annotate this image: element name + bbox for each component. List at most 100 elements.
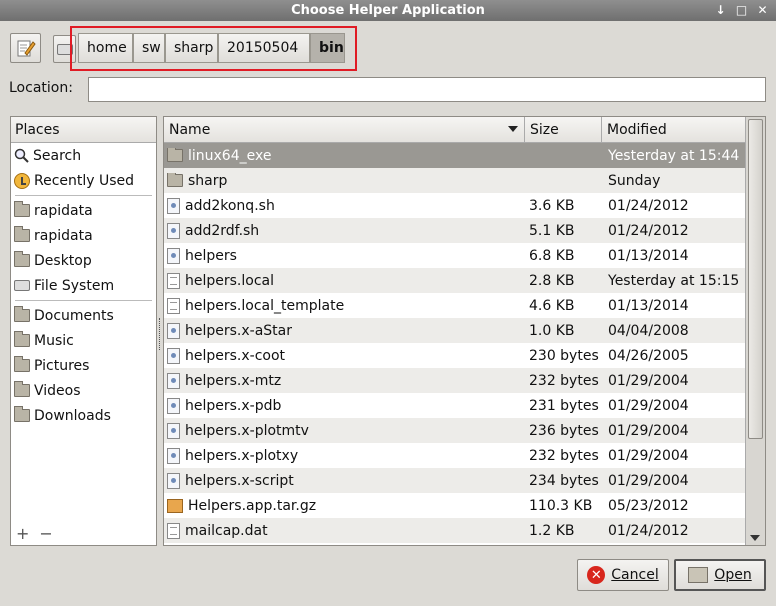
file-name-cell: helpers.x-plotmtv xyxy=(164,422,525,439)
file-row[interactable]: helpers.x-mtz 232 bytes 01/29/2004 xyxy=(164,368,746,393)
script-icon xyxy=(167,422,180,439)
script-icon xyxy=(167,247,180,264)
doc-icon xyxy=(167,297,180,314)
column-header-size[interactable]: Size xyxy=(525,117,602,143)
place-search[interactable]: Search xyxy=(11,143,156,168)
file-size: 2.8 KB xyxy=(529,272,575,289)
file-row[interactable]: helpers.x-plotmtv 236 bytes 01/29/2004 xyxy=(164,418,746,443)
folder-icon xyxy=(14,356,30,372)
column-header-modified[interactable]: Modified xyxy=(602,117,746,143)
file-name: linux64_exe xyxy=(188,147,272,164)
file-size: 230 bytes xyxy=(529,347,599,364)
folder-icon xyxy=(14,251,30,267)
window-controls: ↓ □ ✕ xyxy=(713,2,770,18)
file-name: helpers.x-coot xyxy=(185,347,286,364)
file-name: helpers.x-plotxy xyxy=(185,447,299,464)
place-desktop[interactable]: Desktop xyxy=(11,248,156,273)
file-row[interactable]: helpers.local_template 4.6 KB 01/13/2014 xyxy=(164,293,746,318)
folder-icon xyxy=(14,226,30,242)
file-row[interactable]: helpers.x-coot 230 bytes 04/26/2005 xyxy=(164,343,746,368)
file-row[interactable]: helpers.x-pdb 231 bytes 01/29/2004 xyxy=(164,393,746,418)
places-panel: Places Search Recently Used rapidata rap… xyxy=(10,116,157,546)
file-modified: 01/29/2004 xyxy=(608,422,689,439)
place-rapidata-1[interactable]: rapidata xyxy=(11,198,156,223)
file-row[interactable]: linux64_exe Yesterday at 15:44 xyxy=(164,143,746,168)
location-input[interactable] xyxy=(88,77,766,102)
file-modified: Yesterday at 15:15 xyxy=(608,272,740,289)
minimize-button[interactable]: ↓ xyxy=(713,2,728,18)
file-name-cell: mailcap.dat xyxy=(164,522,525,539)
remove-bookmark-button[interactable]: − xyxy=(39,524,52,543)
folder-icon xyxy=(167,172,183,187)
file-row[interactable]: helpers 6.8 KB 01/13/2014 xyxy=(164,243,746,268)
file-name-cell: helpers.x-pdb xyxy=(164,397,525,414)
place-rapidata-2[interactable]: rapidata xyxy=(11,223,156,248)
place-pictures[interactable]: Pictures xyxy=(11,353,156,378)
search-icon xyxy=(14,148,29,163)
file-name-cell: helpers xyxy=(164,247,525,264)
file-size: 232 bytes xyxy=(529,447,599,464)
file-name: helpers.x-pdb xyxy=(185,397,282,414)
file-row[interactable]: helpers.x-script 234 bytes 01/29/2004 xyxy=(164,468,746,493)
file-name: helpers.x-plotmtv xyxy=(185,422,309,439)
close-button[interactable]: ✕ xyxy=(755,2,770,18)
file-name: mailcap.dat xyxy=(185,522,268,539)
file-modified: 01/24/2012 xyxy=(608,222,689,239)
file-size: 231 bytes xyxy=(529,397,599,414)
file-row[interactable]: helpers.local 2.8 KB Yesterday at 15:15 xyxy=(164,268,746,293)
add-bookmark-button[interactable]: + xyxy=(16,524,29,543)
type-location-button[interactable] xyxy=(10,33,41,63)
cancel-icon: ✕ xyxy=(587,566,606,584)
file-name-cell: add2konq.sh xyxy=(164,197,525,214)
file-name-cell: helpers.local xyxy=(164,272,525,289)
script-icon xyxy=(167,347,180,364)
file-name-cell: linux64_exe xyxy=(164,147,525,164)
script-icon xyxy=(167,447,180,464)
file-row[interactable]: add2konq.sh 3.6 KB 01/24/2012 xyxy=(164,193,746,218)
file-row[interactable]: mailcap.dat 1.2 KB 01/24/2012 xyxy=(164,518,746,543)
file-size: 4.6 KB xyxy=(529,297,575,314)
file-modified: 05/23/2012 xyxy=(608,497,689,514)
pane-resize-handle[interactable] xyxy=(159,318,161,350)
file-modified: 01/24/2012 xyxy=(608,522,689,539)
breadcrumb-highlight xyxy=(70,26,357,71)
script-icon xyxy=(167,197,180,214)
scroll-down-icon[interactable] xyxy=(750,535,760,541)
file-name: helpers.local xyxy=(185,272,274,289)
file-size: 110.3 KB xyxy=(529,497,593,514)
file-row[interactable]: helpers.x-aStar 1.0 KB 04/04/2008 xyxy=(164,318,746,343)
folder-icon xyxy=(14,406,30,422)
scrollbar-thumb[interactable] xyxy=(748,119,763,439)
place-recently-used[interactable]: Recently Used xyxy=(11,168,156,193)
file-size: 236 bytes xyxy=(529,422,599,439)
places-header[interactable]: Places xyxy=(11,117,156,143)
file-modified: Sunday xyxy=(608,172,661,189)
file-modified: 04/04/2008 xyxy=(608,322,689,339)
column-header-name[interactable]: Name xyxy=(164,117,525,143)
file-size: 5.1 KB xyxy=(529,222,575,239)
title-bar: Choose Helper Application ↓ □ ✕ xyxy=(0,0,776,21)
maximize-button[interactable]: □ xyxy=(734,2,749,18)
file-name: sharp xyxy=(188,172,228,189)
folder-open-icon xyxy=(688,567,709,583)
place-downloads[interactable]: Downloads xyxy=(11,403,156,428)
file-name-cell: helpers.local_template xyxy=(164,297,525,314)
file-row[interactable]: helpers.x-plotxy 232 bytes 01/29/2004 xyxy=(164,443,746,468)
place-file-system[interactable]: File System xyxy=(11,273,156,298)
place-videos[interactable]: Videos xyxy=(11,378,156,403)
place-music[interactable]: Music xyxy=(11,328,156,353)
file-name-cell: sharp xyxy=(164,172,525,189)
file-row[interactable]: Helpers.app.tar.gz 110.3 KB 05/23/2012 xyxy=(164,493,746,518)
open-button[interactable]: Open xyxy=(674,559,766,591)
file-name: helpers.x-mtz xyxy=(185,372,282,389)
cancel-button[interactable]: ✕ Cancel xyxy=(577,559,669,591)
file-row[interactable]: sharp Sunday xyxy=(164,168,746,193)
script-icon xyxy=(167,397,180,414)
place-documents[interactable]: Documents xyxy=(11,303,156,328)
file-name-cell: helpers.x-mtz xyxy=(164,372,525,389)
vertical-scrollbar[interactable] xyxy=(745,117,765,545)
file-row[interactable]: add2rdf.sh 5.1 KB 01/24/2012 xyxy=(164,218,746,243)
file-name-cell: helpers.x-script xyxy=(164,472,525,489)
file-name: helpers.local_template xyxy=(185,297,345,314)
edit-icon xyxy=(17,40,36,57)
